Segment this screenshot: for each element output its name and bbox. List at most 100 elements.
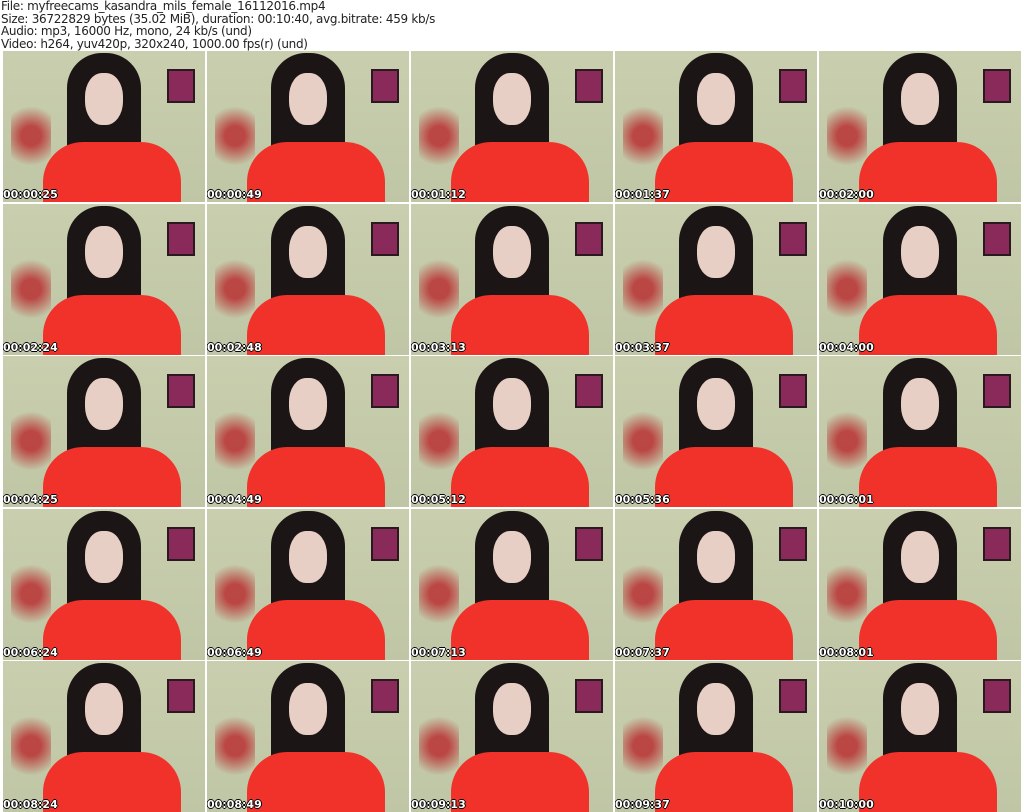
video-thumbnail: 00:06:24 <box>3 508 205 660</box>
timestamp: 00:08:24 <box>3 798 58 811</box>
red-shirt <box>655 142 793 202</box>
red-shirt <box>43 752 181 812</box>
red-shirt <box>451 447 589 507</box>
video-thumbnail: 00:00:25 <box>3 51 205 202</box>
timestamp: 00:02:48 <box>207 340 262 354</box>
video-thumbnail: 00:02:48 <box>207 203 409 355</box>
wall-picture <box>575 374 603 408</box>
wall-picture <box>575 69 603 103</box>
video-thumbnail: 00:01:37 <box>615 51 817 202</box>
video-thumbnail: 00:05:12 <box>411 356 613 507</box>
person-face <box>85 225 123 278</box>
wall-picture <box>371 679 399 713</box>
red-shirt <box>43 599 181 660</box>
timestamp: 00:06:24 <box>3 645 58 659</box>
person-face <box>697 73 735 125</box>
red-shirt <box>859 447 997 507</box>
file-info: File: myfreecams_kasandra_mils_female_16… <box>1 0 435 50</box>
video-thumbnail: 00:06:49 <box>207 508 409 660</box>
wall-picture <box>779 374 807 408</box>
timestamp: 00:00:25 <box>3 188 58 201</box>
timestamp: 00:05:36 <box>615 493 670 506</box>
timestamp: 00:02:24 <box>3 340 58 354</box>
wall-picture <box>575 526 603 561</box>
wall-picture <box>575 679 603 713</box>
timestamp: 00:05:12 <box>411 493 466 506</box>
wall-picture <box>779 526 807 561</box>
video-thumbnail: 00:03:37 <box>615 203 817 355</box>
timestamp: 00:08:49 <box>207 798 262 811</box>
wall-picture <box>371 69 399 103</box>
wall-picture <box>575 221 603 256</box>
red-shirt <box>451 294 589 355</box>
wall-picture <box>779 221 807 256</box>
timestamp: 00:09:13 <box>411 798 466 811</box>
red-shirt <box>655 294 793 355</box>
wall-picture <box>983 526 1011 561</box>
person-face <box>901 378 939 430</box>
thumbnail-grid: 00:00:25 00:00:49 00:01:12 00:01:37 00:02:00… <box>3 51 1021 812</box>
person-face <box>85 378 123 430</box>
wall-picture <box>167 374 195 408</box>
red-shirt <box>859 599 997 660</box>
person-face <box>85 530 123 583</box>
wall-picture <box>167 221 195 256</box>
person-face <box>493 378 531 430</box>
timestamp: 00:04:49 <box>207 493 262 506</box>
red-shirt <box>655 599 793 660</box>
person-face <box>289 225 327 278</box>
video-thumbnail: 00:08:49 <box>207 661 409 812</box>
timestamp: 00:07:37 <box>615 645 670 659</box>
person-face <box>289 683 327 735</box>
video-thumbnail: 00:07:13 <box>411 508 613 660</box>
person-face <box>697 378 735 430</box>
video-thumbnail: 00:09:37 <box>615 661 817 812</box>
red-shirt <box>859 142 997 202</box>
wall-picture <box>371 374 399 408</box>
red-shirt <box>655 752 793 812</box>
video-thumbnail: 00:04:00 <box>819 203 1021 355</box>
video-thumbnail: 00:00:49 <box>207 51 409 202</box>
wall-picture <box>371 221 399 256</box>
person-face <box>493 225 531 278</box>
red-shirt <box>247 752 385 812</box>
person-face <box>85 683 123 735</box>
audio-info: Audio: mp3, 16000 Hz, mono, 24 kb/s (und… <box>1 24 252 38</box>
person-face <box>289 378 327 430</box>
red-shirt <box>859 752 997 812</box>
wall-picture <box>983 221 1011 256</box>
timestamp: 00:01:12 <box>411 188 466 201</box>
video-thumbnail: 00:08:24 <box>3 661 205 812</box>
person-face <box>493 683 531 735</box>
person-face <box>901 530 939 583</box>
video-thumbnail: 00:09:13 <box>411 661 613 812</box>
red-shirt <box>247 599 385 660</box>
red-shirt <box>247 447 385 507</box>
person-face <box>697 530 735 583</box>
wall-picture <box>983 374 1011 408</box>
timestamp: 00:04:00 <box>819 340 874 354</box>
person-face <box>901 225 939 278</box>
file-name: File: myfreecams_kasandra_mils_female_16… <box>1 0 326 13</box>
video-thumbnail: 00:03:13 <box>411 203 613 355</box>
timestamp: 00:02:00 <box>819 188 874 201</box>
red-shirt <box>451 142 589 202</box>
wall-picture <box>167 69 195 103</box>
video-thumbnail: 00:06:01 <box>819 356 1021 507</box>
timestamp: 00:06:49 <box>207 645 262 659</box>
timestamp: 00:03:13 <box>411 340 466 354</box>
red-shirt <box>43 447 181 507</box>
timestamp: 00:06:01 <box>819 493 874 506</box>
video-thumbnail: 00:10:00 <box>819 661 1021 812</box>
timestamp: 00:00:49 <box>207 188 262 201</box>
person-face <box>697 683 735 735</box>
video-thumbnail: 00:08:01 <box>819 508 1021 660</box>
person-face <box>493 73 531 125</box>
video-thumbnail: 00:05:36 <box>615 356 817 507</box>
person-face <box>901 683 939 735</box>
person-face <box>289 73 327 125</box>
timestamp: 00:09:37 <box>615 798 670 811</box>
wall-picture <box>167 679 195 713</box>
red-shirt <box>43 142 181 202</box>
red-shirt <box>43 294 181 355</box>
